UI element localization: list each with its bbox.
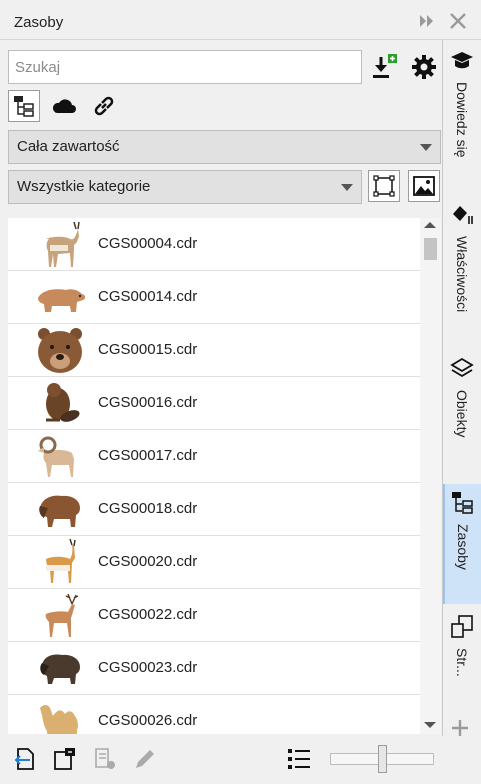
cloud-button[interactable] <box>48 90 80 122</box>
tab-assets[interactable]: Zasoby <box>443 484 481 604</box>
tab-learn[interactable]: Dowiedz się <box>443 42 481 192</box>
expand-panel-button[interactable] <box>416 10 438 32</box>
layers-icon <box>450 357 474 378</box>
list-scrollbar[interactable] <box>420 218 441 734</box>
tab-label: Dowiedz się <box>454 82 470 158</box>
file-name: CGS00014.cdr <box>98 288 198 305</box>
tab-label: Obiekty <box>454 390 470 438</box>
pages-icon <box>451 615 473 638</box>
scroll-up-icon[interactable] <box>424 222 436 228</box>
add-docker-button[interactable] <box>450 718 470 743</box>
slider-thumb[interactable] <box>378 745 387 773</box>
list-view-button[interactable] <box>284 744 314 774</box>
close-icon <box>450 13 466 29</box>
chevron-down-icon <box>341 184 353 191</box>
properties-icon <box>453 206 473 224</box>
thumbnail-size-slider[interactable] <box>330 745 434 773</box>
gear-icon <box>412 55 436 80</box>
open-folder-icon <box>54 748 75 770</box>
assets-panel: Cała zawartość Wszystkie kategorie <box>0 0 443 784</box>
open-folder-button[interactable] <box>50 744 80 774</box>
close-panel-button[interactable] <box>447 10 469 32</box>
link-button[interactable] <box>88 90 120 122</box>
tab-pages[interactable]: Str... <box>443 608 481 708</box>
tree-view-icon <box>14 96 34 117</box>
list-item[interactable]: CGS00018.cdr <box>8 483 420 536</box>
local-assets-button[interactable] <box>8 90 40 122</box>
list-item[interactable]: CGS00015.cdr <box>8 324 420 377</box>
image-icon <box>413 176 435 196</box>
import-button[interactable] <box>368 51 400 83</box>
tab-objects[interactable]: Obiekty <box>443 350 481 480</box>
scroll-down-icon[interactable] <box>424 722 436 728</box>
antelope-thumbnail <box>46 221 80 267</box>
tab-label: Właściwości <box>454 236 470 313</box>
plus-icon <box>452 720 468 736</box>
graduation-cap-icon <box>451 52 473 69</box>
document-settings-icon <box>95 748 115 769</box>
docker-tabs: Dowiedz się Właściwości Obiekty Zasoby S… <box>443 40 481 784</box>
list-item[interactable]: CGS00023.cdr <box>8 642 420 695</box>
chevron-down-icon <box>420 144 432 151</box>
content-scope-value: Cała zawartość <box>17 138 120 155</box>
list-item[interactable]: CGS00004.cdr <box>8 218 420 271</box>
tab-properties[interactable]: Właściwości <box>443 196 481 346</box>
import-icon <box>373 54 397 78</box>
cloud-icon <box>52 99 76 113</box>
fit-view-button[interactable] <box>368 170 400 202</box>
springbok-thumbnail <box>46 539 76 583</box>
scroll-thumb[interactable] <box>424 238 437 260</box>
double-chevron-right-icon <box>420 15 433 27</box>
import-to-document-button[interactable] <box>10 744 40 774</box>
title-bar: Zasoby <box>0 0 481 40</box>
image-view-button[interactable] <box>408 170 440 202</box>
list-item[interactable]: CGS00017.cdr <box>8 430 420 483</box>
import-document-icon <box>14 748 34 770</box>
file-name: CGS00015.cdr <box>98 341 198 358</box>
file-name: CGS00022.cdr <box>98 606 198 623</box>
search-input[interactable] <box>8 50 362 84</box>
file-name: CGS00023.cdr <box>98 659 198 676</box>
deer-thumbnail <box>45 593 79 637</box>
dark-bison-thumbnail <box>40 654 80 684</box>
tab-label: Str... <box>454 648 470 677</box>
edit-button <box>130 744 160 774</box>
bear-head-thumbnail <box>38 328 82 373</box>
list-view-icon <box>288 749 310 769</box>
file-name: CGS00018.cdr <box>98 500 198 517</box>
list-item[interactable]: CGS00014.cdr <box>8 271 420 324</box>
file-name: CGS00016.cdr <box>98 394 198 411</box>
link-icon <box>94 96 114 116</box>
beaver-thumbnail <box>46 383 80 422</box>
settings-button[interactable] <box>408 51 440 83</box>
panel-title: Zasoby <box>14 14 64 31</box>
frame-icon <box>373 175 395 197</box>
assets-icon <box>452 492 473 514</box>
category-dropdown[interactable]: Wszystkie kategorie <box>8 170 362 204</box>
list-item[interactable]: CGS00022.cdr <box>8 589 420 642</box>
pencil-icon <box>136 750 154 768</box>
list-item[interactable]: CGS00020.cdr <box>8 536 420 589</box>
category-value: Wszystkie kategorie <box>17 178 151 195</box>
file-name: CGS00004.cdr <box>98 235 198 252</box>
bison-thumbnail <box>39 495 80 527</box>
bear-thumbnail <box>38 289 86 312</box>
file-name: CGS00020.cdr <box>98 553 198 570</box>
content-scope-dropdown[interactable]: Cała zawartość <box>8 130 441 164</box>
file-name: CGS00017.cdr <box>98 447 198 464</box>
properties-settings-button <box>90 744 120 774</box>
list-item[interactable]: CGS00026.cdr <box>8 695 420 734</box>
list-item[interactable]: CGS00016.cdr <box>8 377 420 430</box>
assets-list[interactable]: CGS00004.cdr CGS00014.cdr CGS00015.cdr C… <box>8 218 441 734</box>
camel-thumbnail <box>40 705 79 734</box>
bighorn-sheep-thumbnail <box>38 436 74 477</box>
file-name: CGS00026.cdr <box>98 712 198 729</box>
tab-label: Zasoby <box>455 524 471 570</box>
